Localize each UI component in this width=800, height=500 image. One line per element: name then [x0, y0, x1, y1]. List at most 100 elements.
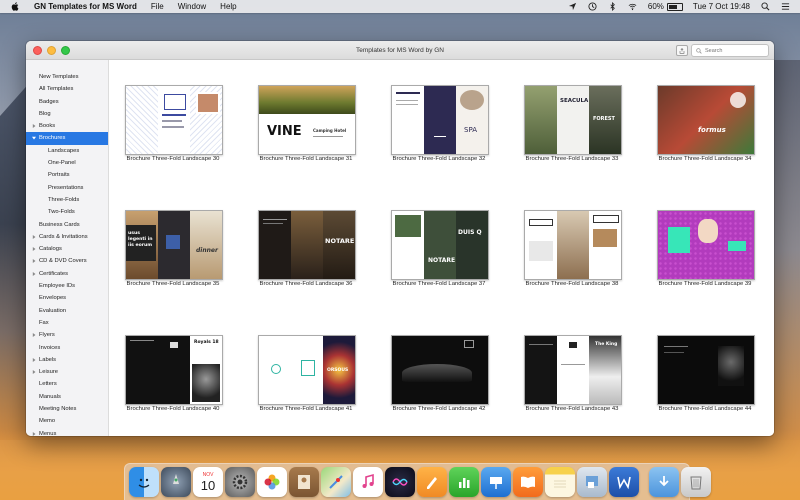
sidebar-item-envelopes[interactable]: Envelopes	[26, 292, 108, 304]
sidebar-item-presentations[interactable]: Presentations	[26, 182, 108, 194]
sidebar-item-labels[interactable]: Labels	[26, 354, 108, 366]
sidebar-item-all-templates[interactable]: All Templates	[26, 83, 108, 95]
template-item[interactable]: SEACULA FOREST Brochure Three-Fold Landsc…	[516, 85, 649, 210]
sidebar-item-three-folds[interactable]: Three-Folds	[26, 194, 108, 206]
sidebar-item-meeting-notes[interactable]: Meeting Notes	[26, 403, 108, 415]
disclosure-closed-icon[interactable]	[31, 243, 37, 255]
title-bar[interactable]: Templates for MS Word by GN	[26, 41, 774, 60]
app-menu[interactable]: GN Templates for MS Word	[34, 2, 137, 11]
clock[interactable]: Tue 7 Oct 19:48	[693, 2, 750, 11]
pages-icon[interactable]	[417, 467, 447, 497]
template-item[interactable]: usus legenti in iis eorum dinner Brochure…	[117, 210, 250, 335]
template-item[interactable]: formus Brochure Three-Fold Landscape 34	[649, 85, 774, 210]
sidebar-item-fax[interactable]: Fax	[26, 317, 108, 329]
apple-menu-icon[interactable]	[10, 2, 20, 12]
disclosure-closed-icon[interactable]	[31, 366, 37, 378]
template-thumbnail[interactable]: SPA	[391, 85, 489, 155]
template-item[interactable]: Brochure Three-Fold Landscape 44	[649, 335, 774, 436]
sidebar-item-letters[interactable]: Letters	[26, 378, 108, 390]
sidebar-item-certificates[interactable]: Certificates	[26, 268, 108, 280]
template-thumbnail[interactable]	[657, 210, 755, 280]
notes-icon[interactable]	[545, 467, 575, 497]
system-preferences-icon[interactable]	[225, 467, 255, 497]
zoom-button[interactable]	[61, 45, 70, 55]
template-thumbnail[interactable]	[524, 210, 622, 280]
downloads-folder-icon[interactable]	[649, 467, 679, 497]
template-item[interactable]: Brochure Three-Fold Landscape 39	[649, 210, 774, 335]
template-item[interactable]: VINE Camping Hotel Brochure Three-Fold L…	[250, 85, 383, 210]
sidebar-item-manuals[interactable]: Manuals	[26, 391, 108, 403]
spotlight-icon[interactable]	[760, 2, 770, 11]
battery-status[interactable]: 60%	[648, 2, 683, 11]
sidebar-item-employee-ids[interactable]: Employee IDs	[26, 280, 108, 292]
numbers-icon[interactable]	[449, 467, 479, 497]
wifi-icon[interactable]	[628, 2, 638, 11]
sidebar-item-brochures[interactable]: Brochures	[26, 132, 108, 145]
books-icon[interactable]	[513, 467, 543, 497]
photos-icon[interactable]	[257, 467, 287, 497]
itunes-icon[interactable]	[353, 467, 383, 497]
file-menu[interactable]: File	[151, 2, 164, 11]
template-thumbnail[interactable]	[125, 85, 223, 155]
sidebar-item-blog[interactable]: Blog	[26, 108, 108, 120]
template-item[interactable]: Brochure Three-Fold Landscape 30	[117, 85, 250, 210]
search-field[interactable]	[691, 44, 769, 57]
template-thumbnail[interactable]: VINE Camping Hotel	[258, 85, 356, 155]
template-item[interactable]: SPA Brochure Three-Fold Landscape 32	[383, 85, 516, 210]
finder-icon[interactable]	[129, 467, 159, 497]
disclosure-closed-icon[interactable]	[31, 255, 37, 267]
template-thumbnail[interactable]: NOTARE	[258, 210, 356, 280]
disclosure-closed-icon[interactable]	[31, 231, 37, 243]
sidebar-item-invoices[interactable]: Invoices	[26, 342, 108, 354]
word-icon[interactable]	[609, 467, 639, 497]
calendar-icon[interactable]: NOV 10	[193, 467, 223, 497]
template-item[interactable]: Brochure Three-Fold Landscape 38	[516, 210, 649, 335]
disclosure-closed-icon[interactable]	[31, 268, 37, 280]
disclosure-closed-icon[interactable]	[31, 329, 37, 341]
location-icon[interactable]	[568, 2, 578, 11]
share-button[interactable]	[676, 45, 688, 56]
sidebar-item-evaluation[interactable]: Evaluation	[26, 305, 108, 317]
disclosure-closed-icon[interactable]	[31, 120, 37, 132]
template-thumbnail[interactable]: formus	[657, 85, 755, 155]
sidebar-item-books[interactable]: Books	[26, 120, 108, 132]
template-thumbnail[interactable]: Royals 18	[125, 335, 223, 405]
sidebar-item-cards-invitations[interactable]: Cards & Invitations	[26, 231, 108, 243]
trash-icon[interactable]	[681, 467, 711, 497]
time-machine-icon[interactable]	[588, 2, 598, 11]
template-item[interactable]: Brochure Three-Fold Landscape 42	[383, 335, 516, 436]
template-thumbnail[interactable]: SEACULA FOREST	[524, 85, 622, 155]
template-item[interactable]: NOTARE GOTHICA DUIS QBrochure Three-Fold…	[383, 210, 516, 335]
template-thumbnail[interactable]	[657, 335, 755, 405]
minimize-button[interactable]	[47, 45, 56, 55]
sidebar-item-two-folds[interactable]: Two-Folds	[26, 206, 108, 218]
disclosure-open-icon[interactable]	[31, 132, 37, 144]
sidebar-item-business-cards[interactable]: Business Cards	[26, 219, 108, 231]
sidebar-item-new-templates[interactable]: New Templates	[26, 71, 108, 83]
search-input[interactable]	[705, 47, 765, 54]
siri-icon[interactable]	[385, 467, 415, 497]
maps-icon[interactable]	[321, 467, 351, 497]
template-thumbnail[interactable]: usus legenti in iis eorum dinner	[125, 210, 223, 280]
sidebar-item-catalogs[interactable]: Catalogs	[26, 243, 108, 255]
keynote-icon[interactable]	[481, 467, 511, 497]
template-thumbnail[interactable]: NOTARE GOTHICA DUIS Q	[391, 210, 489, 280]
contacts-icon[interactable]	[289, 467, 319, 497]
template-thumbnail[interactable]: The King	[524, 335, 622, 405]
sidebar-item-landscapes[interactable]: Landscapes	[26, 145, 108, 157]
sidebar-item-flyers[interactable]: Flyers	[26, 329, 108, 341]
sidebar-item-leisure[interactable]: Leisure	[26, 366, 108, 378]
sidebar-item-memo[interactable]: Memo	[26, 415, 108, 427]
help-menu[interactable]: Help	[220, 2, 236, 11]
launchpad-icon[interactable]	[161, 467, 191, 497]
sidebar-item-badges[interactable]: Badges	[26, 96, 108, 108]
disclosure-closed-icon[interactable]	[31, 354, 37, 366]
template-thumbnail[interactable]: ORSOUS	[258, 335, 356, 405]
template-item[interactable]: ORSOUS Brochure Three-Fold Landscape 41	[250, 335, 383, 436]
template-thumbnail[interactable]	[391, 335, 489, 405]
disclosure-closed-icon[interactable]	[31, 428, 37, 436]
preview-icon[interactable]	[577, 467, 607, 497]
template-item[interactable]: The King Brochure Three-Fold Landscape 43	[516, 335, 649, 436]
notification-center-icon[interactable]	[780, 2, 790, 11]
window-menu[interactable]: Window	[178, 2, 206, 11]
